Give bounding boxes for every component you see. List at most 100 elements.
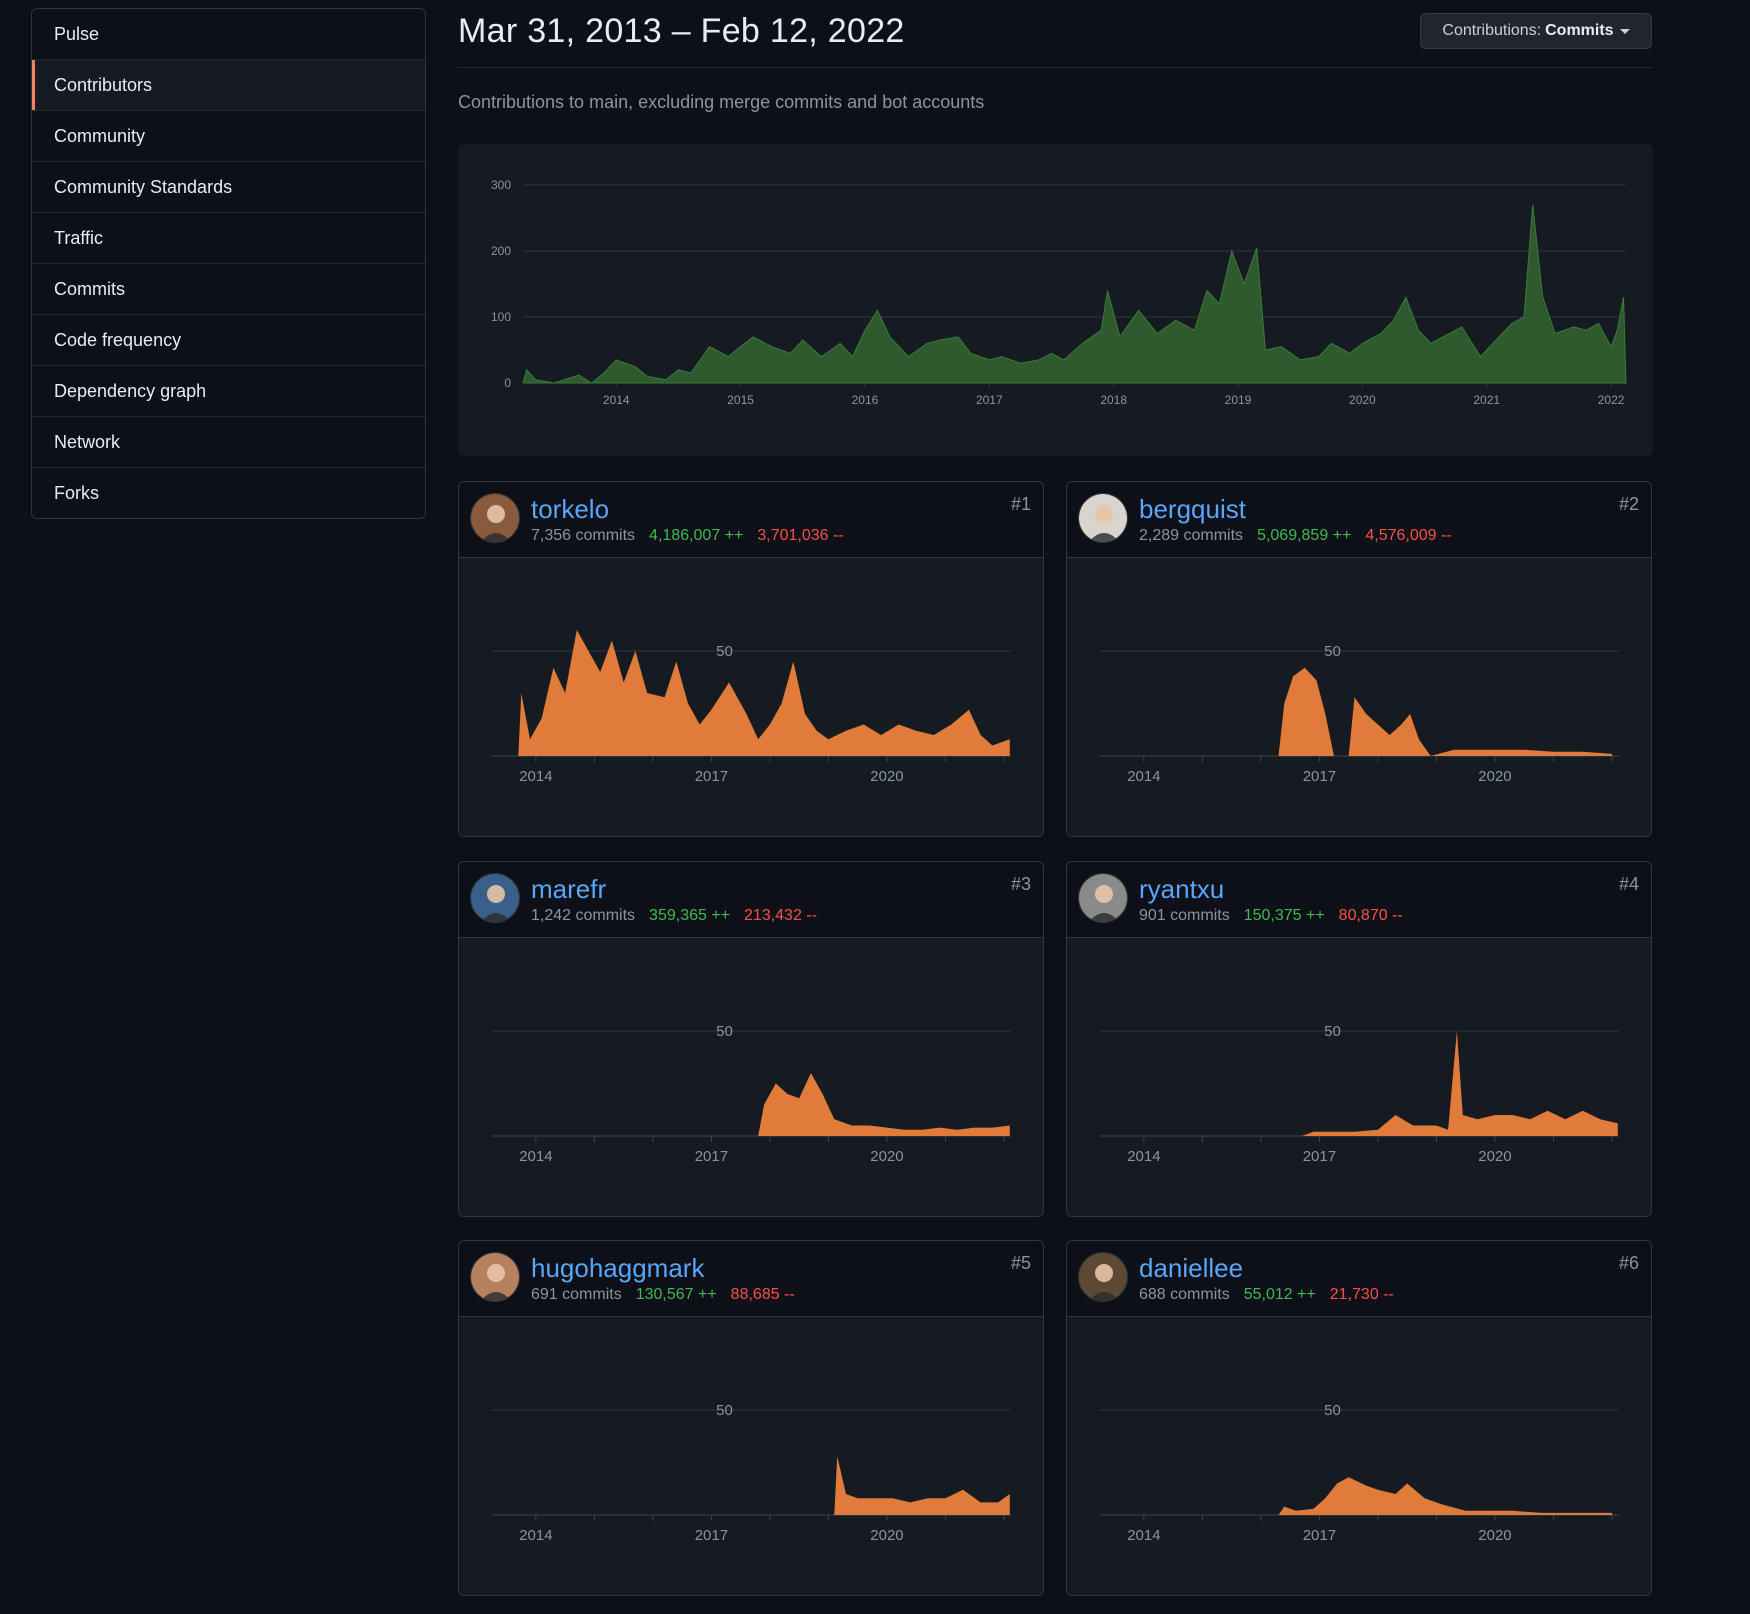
commits-over-time-chart: 0 100 200 300 2014 2015 2016 2017 2018 2019 2020 20… <box>458 144 1653 456</box>
date-range-title: Mar 31, 2013 – Feb 12, 2022 <box>458 12 905 50</box>
sidebar-item-dependency-graph[interactable]: Dependency graph <box>32 366 425 417</box>
contributor-card-header: torkelo 7,356 commits 4,186,007 ++ 3,701,03… <box>459 482 1043 558</box>
commit-count[interactable]: 691 commits <box>531 1286 622 1303</box>
commit-count[interactable]: 901 commits <box>1139 907 1230 924</box>
contributor-card-header: marefr 1,242 commits 359,365 ++ 213,432 -- #… <box>459 862 1043 938</box>
x-tick-label: 2020 <box>1349 393 1376 407</box>
contributor-commits-area <box>1278 1477 1612 1515</box>
user-avatar-icon[interactable] <box>470 873 520 923</box>
x-tick-label: 2017 <box>695 1148 728 1165</box>
contributor-commits-area <box>518 630 1010 756</box>
sidebar-item-commits[interactable]: Commits <box>32 264 425 315</box>
sidebar-item-forks[interactable]: Forks <box>32 468 425 518</box>
contributor-chart-svg: 50 2014 2017 2020 <box>492 1023 1011 1165</box>
sidebar-item-traffic[interactable]: Traffic <box>32 213 425 264</box>
y-tick-label: 0 <box>504 376 511 390</box>
contributor-username-link[interactable]: torkelo <box>531 494 609 525</box>
y-tick-label: 200 <box>491 244 511 258</box>
contributor-username-link[interactable]: ryantxu <box>1139 874 1224 905</box>
contributor-card: bergquist 2,289 commits 5,069,859 ++ 4,576,… <box>1066 481 1652 837</box>
y-tick-label: 100 <box>491 310 511 324</box>
contributor-chart: 50 2014 2017 2020 <box>459 1317 1043 1595</box>
x-tick-label: 2017 <box>976 393 1003 407</box>
additions-count: 5,069,859 ++ <box>1257 527 1352 544</box>
contributor-stats: 7,356 commits 4,186,007 ++ 3,701,036 -- <box>531 527 844 545</box>
contributor-chart-svg: 50 2014 2017 2020 <box>492 630 1011 785</box>
user-avatar-icon[interactable] <box>470 493 520 543</box>
contributor-rank: #5 <box>1010 1253 1031 1273</box>
contributor-username-link[interactable]: bergquist <box>1139 494 1246 525</box>
contributor-chart: 50 2014 2017 2020 <box>459 558 1043 836</box>
contributor-chart: 50 2014 2017 2020 <box>1067 1317 1651 1595</box>
deletions-count: 80,870 -- <box>1338 907 1403 924</box>
sidebar-item-code-frequency[interactable]: Code frequency <box>32 315 425 366</box>
sidebar-item-contributors[interactable]: Contributors <box>32 60 425 111</box>
contributor-stats: 901 commits 150,375 ++ 80,870 -- <box>1139 907 1403 925</box>
contributor-username-link[interactable]: daniellee <box>1139 1253 1243 1284</box>
x-tick-label: 2015 <box>727 393 754 407</box>
user-avatar-icon[interactable] <box>470 1252 520 1302</box>
y-tick-label: 50 <box>1324 1402 1341 1419</box>
commit-count[interactable]: 2,289 commits <box>1139 527 1243 544</box>
contributor-card: hugohaggmark 691 commits 130,567 ++ 88,685 … <box>458 1240 1044 1596</box>
x-tick-label: 2017 <box>695 768 728 785</box>
sidebar-item-community-standards[interactable]: Community Standards <box>32 162 425 213</box>
x-tick-label: 2017 <box>1303 1148 1336 1165</box>
contributor-card-header: ryantxu 901 commits 150,375 ++ 80,870 -- #4 <box>1067 862 1651 938</box>
contributor-card: daniellee 688 commits 55,012 ++ 21,730 -- #6… <box>1066 1240 1652 1596</box>
x-tick-label: 2020 <box>1478 1148 1511 1165</box>
contributor-rank: #6 <box>1618 1253 1639 1273</box>
contributions-value: Commits <box>1545 22 1614 39</box>
commits-chart-svg: 0 100 200 300 2014 2015 2016 2017 2018 2019 2020 20… <box>491 178 1627 407</box>
user-avatar-icon[interactable] <box>1078 493 1128 543</box>
x-tick-label: 2014 <box>603 393 630 407</box>
user-avatar-icon[interactable] <box>1078 873 1128 923</box>
deletions-count: 3,701,036 -- <box>757 527 844 544</box>
user-avatar-icon[interactable] <box>1078 1252 1128 1302</box>
x-tick-label: 2021 <box>1473 393 1500 407</box>
contributor-username-link[interactable]: marefr <box>531 874 606 905</box>
y-tick-label: 50 <box>1324 643 1341 660</box>
x-tick-label: 2020 <box>1478 1527 1511 1544</box>
contributor-commits-area <box>834 1456 1010 1515</box>
contributor-chart-svg: 50 2014 2017 2020 <box>1100 643 1619 785</box>
commit-count[interactable]: 7,356 commits <box>531 527 635 544</box>
contributor-stats: 1,242 commits 359,365 ++ 213,432 -- <box>531 907 817 925</box>
commit-count[interactable]: 1,242 commits <box>531 907 635 924</box>
x-tick-label: 2020 <box>870 768 903 785</box>
x-tick-label: 2014 <box>519 1527 552 1544</box>
x-tick-label: 2016 <box>852 393 879 407</box>
additions-count: 359,365 ++ <box>649 907 731 924</box>
x-tick-label: 2022 <box>1598 393 1625 407</box>
contributor-card-header: bergquist 2,289 commits 5,069,859 ++ 4,576,… <box>1067 482 1651 558</box>
contributions-type-dropdown[interactable]: Contributions: Commits <box>1420 13 1652 49</box>
y-tick-label: 50 <box>1324 1023 1341 1040</box>
deletions-count: 4,576,009 -- <box>1365 527 1452 544</box>
x-tick-label: 2020 <box>870 1148 903 1165</box>
contributor-rank: #3 <box>1010 874 1031 894</box>
x-tick-label: 2017 <box>695 1527 728 1544</box>
y-tick-label: 50 <box>716 1023 733 1040</box>
y-tick-label: 50 <box>716 643 733 660</box>
contributor-stats: 691 commits 130,567 ++ 88,685 -- <box>531 1286 795 1304</box>
commit-count[interactable]: 688 commits <box>1139 1286 1230 1303</box>
repo-insights-sidebar: Pulse Contributors Community Community S… <box>31 8 426 519</box>
x-tick-label: 2014 <box>1127 1148 1160 1165</box>
sidebar-item-community[interactable]: Community <box>32 111 425 162</box>
contributor-username-link[interactable]: hugohaggmark <box>531 1253 704 1284</box>
x-tick-label: 2014 <box>1127 1527 1160 1544</box>
x-tick-label: 2019 <box>1225 393 1252 407</box>
additions-count: 130,567 ++ <box>635 1286 717 1303</box>
header-divider <box>458 67 1653 68</box>
contributor-chart: 50 2014 2017 2020 <box>459 938 1043 1216</box>
x-tick-label: 2020 <box>870 1527 903 1544</box>
contributor-chart-svg: 50 2014 2017 2020 <box>1100 1023 1619 1165</box>
deletions-count: 88,685 -- <box>730 1286 795 1303</box>
sidebar-item-network[interactable]: Network <box>32 417 425 468</box>
contributor-chart: 50 2014 2017 2020 <box>1067 938 1651 1216</box>
sidebar-item-pulse[interactable]: Pulse <box>32 9 425 60</box>
additions-count: 4,186,007 ++ <box>649 527 744 544</box>
y-tick-label: 50 <box>716 1402 733 1419</box>
x-tick-label: 2014 <box>519 768 552 785</box>
caret-down-icon <box>1619 28 1630 34</box>
